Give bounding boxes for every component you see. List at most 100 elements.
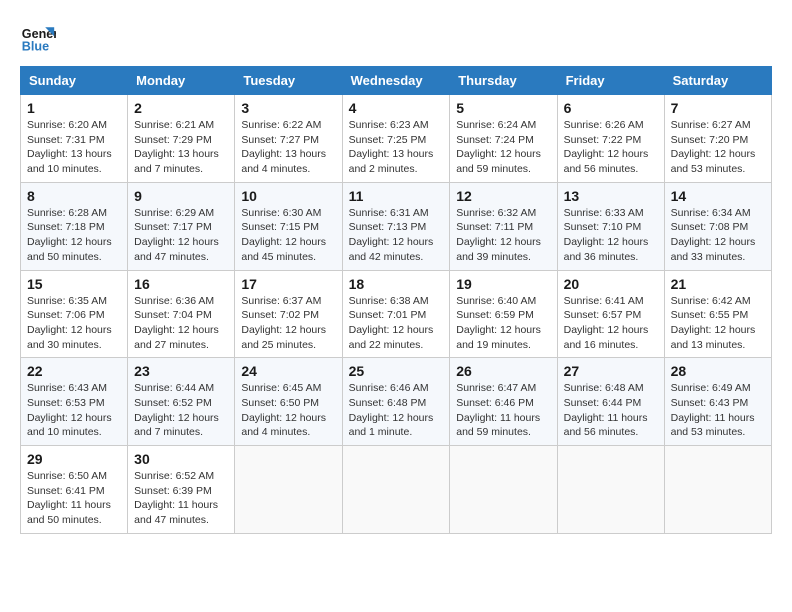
calendar-cell: 27 Sunrise: 6:48 AMSunset: 6:44 PMDayligh…: [557, 358, 664, 446]
svg-text:Blue: Blue: [22, 40, 49, 54]
day-info: Sunrise: 6:41 AMSunset: 6:57 PMDaylight:…: [564, 294, 658, 353]
day-info: Sunrise: 6:33 AMSunset: 7:10 PMDaylight:…: [564, 206, 658, 265]
day-number: 21: [671, 276, 765, 292]
calendar-header-tuesday: Tuesday: [235, 67, 342, 95]
calendar-cell: 7 Sunrise: 6:27 AMSunset: 7:20 PMDaylight…: [664, 95, 771, 183]
calendar-cell: 13 Sunrise: 6:33 AMSunset: 7:10 PMDayligh…: [557, 182, 664, 270]
day-info: Sunrise: 6:23 AMSunset: 7:25 PMDaylight:…: [349, 118, 444, 177]
day-info: Sunrise: 6:45 AMSunset: 6:50 PMDaylight:…: [241, 381, 335, 440]
day-number: 13: [564, 188, 658, 204]
day-info: Sunrise: 6:38 AMSunset: 7:01 PMDaylight:…: [349, 294, 444, 353]
day-info: Sunrise: 6:30 AMSunset: 7:15 PMDaylight:…: [241, 206, 335, 265]
day-info: Sunrise: 6:40 AMSunset: 6:59 PMDaylight:…: [456, 294, 550, 353]
calendar-header-monday: Monday: [128, 67, 235, 95]
calendar-cell: 28 Sunrise: 6:49 AMSunset: 6:43 PMDayligh…: [664, 358, 771, 446]
calendar-cell: 22 Sunrise: 6:43 AMSunset: 6:53 PMDayligh…: [21, 358, 128, 446]
day-number: 18: [349, 276, 444, 292]
day-number: 23: [134, 363, 228, 379]
day-number: 29: [27, 451, 121, 467]
calendar-week-row: 29 Sunrise: 6:50 AMSunset: 6:41 PMDayligh…: [21, 446, 772, 534]
day-info: Sunrise: 6:20 AMSunset: 7:31 PMDaylight:…: [27, 118, 121, 177]
day-number: 22: [27, 363, 121, 379]
day-info: Sunrise: 6:27 AMSunset: 7:20 PMDaylight:…: [671, 118, 765, 177]
calendar-week-row: 15 Sunrise: 6:35 AMSunset: 7:06 PMDayligh…: [21, 270, 772, 358]
day-number: 8: [27, 188, 121, 204]
day-info: Sunrise: 6:43 AMSunset: 6:53 PMDaylight:…: [27, 381, 121, 440]
calendar-cell: [342, 446, 450, 534]
calendar-cell: 26Sunrise: 6:47 AMSunset: 6:46 PMDayligh…: [450, 358, 557, 446]
day-info: Sunrise: 6:26 AMSunset: 7:22 PMDaylight:…: [564, 118, 658, 177]
day-info: Sunrise: 6:31 AMSunset: 7:13 PMDaylight:…: [349, 206, 444, 265]
calendar-cell: 30 Sunrise: 6:52 AMSunset: 6:39 PMDayligh…: [128, 446, 235, 534]
calendar-cell: [235, 446, 342, 534]
day-number: 11: [349, 188, 444, 204]
calendar-cell: 16 Sunrise: 6:36 AMSunset: 7:04 PMDayligh…: [128, 270, 235, 358]
calendar-cell: [557, 446, 664, 534]
day-info: Sunrise: 6:44 AMSunset: 6:52 PMDaylight:…: [134, 381, 228, 440]
day-info: Sunrise: 6:29 AMSunset: 7:17 PMDaylight:…: [134, 206, 228, 265]
day-number: 16: [134, 276, 228, 292]
calendar-cell: 21Sunrise: 6:42 AMSunset: 6:55 PMDayligh…: [664, 270, 771, 358]
calendar-cell: 1Sunrise: 6:20 AMSunset: 7:31 PMDaylight…: [21, 95, 128, 183]
calendar-cell: [450, 446, 557, 534]
day-info: Sunrise: 6:24 AMSunset: 7:24 PMDaylight:…: [456, 118, 550, 177]
day-info: Sunrise: 6:49 AMSunset: 6:43 PMDaylight:…: [671, 381, 765, 440]
calendar-cell: 3Sunrise: 6:22 AMSunset: 7:27 PMDaylight…: [235, 95, 342, 183]
calendar-cell: 15 Sunrise: 6:35 AMSunset: 7:06 PMDayligh…: [21, 270, 128, 358]
calendar-cell: 4 Sunrise: 6:23 AMSunset: 7:25 PMDaylight…: [342, 95, 450, 183]
day-number: 25: [349, 363, 444, 379]
logo-icon: General Blue: [20, 20, 56, 56]
day-number: 6: [564, 100, 658, 116]
calendar-cell: 24Sunrise: 6:45 AMSunset: 6:50 PMDayligh…: [235, 358, 342, 446]
day-number: 26: [456, 363, 550, 379]
day-info: Sunrise: 6:46 AMSunset: 6:48 PMDaylight:…: [349, 381, 444, 440]
day-number: 20: [564, 276, 658, 292]
day-number: 9: [134, 188, 228, 204]
day-info: Sunrise: 6:48 AMSunset: 6:44 PMDaylight:…: [564, 381, 658, 440]
calendar-cell: 5Sunrise: 6:24 AMSunset: 7:24 PMDaylight…: [450, 95, 557, 183]
day-info: Sunrise: 6:32 AMSunset: 7:11 PMDaylight:…: [456, 206, 550, 265]
day-number: 10: [241, 188, 335, 204]
day-number: 12: [456, 188, 550, 204]
calendar-cell: 20 Sunrise: 6:41 AMSunset: 6:57 PMDayligh…: [557, 270, 664, 358]
calendar-cell: 17 Sunrise: 6:37 AMSunset: 7:02 PMDayligh…: [235, 270, 342, 358]
calendar-cell: 8 Sunrise: 6:28 AMSunset: 7:18 PMDaylight…: [21, 182, 128, 270]
calendar-week-row: 22 Sunrise: 6:43 AMSunset: 6:53 PMDayligh…: [21, 358, 772, 446]
day-info: Sunrise: 6:21 AMSunset: 7:29 PMDaylight:…: [134, 118, 228, 177]
day-number: 3: [241, 100, 335, 116]
day-number: 7: [671, 100, 765, 116]
day-number: 4: [349, 100, 444, 116]
day-number: 2: [134, 100, 228, 116]
calendar-cell: 10 Sunrise: 6:30 AMSunset: 7:15 PMDayligh…: [235, 182, 342, 270]
day-info: Sunrise: 6:37 AMSunset: 7:02 PMDaylight:…: [241, 294, 335, 353]
calendar-header-sunday: Sunday: [21, 67, 128, 95]
calendar-cell: 9 Sunrise: 6:29 AMSunset: 7:17 PMDaylight…: [128, 182, 235, 270]
day-number: 30: [134, 451, 228, 467]
day-number: 28: [671, 363, 765, 379]
calendar-week-row: 8 Sunrise: 6:28 AMSunset: 7:18 PMDaylight…: [21, 182, 772, 270]
day-info: Sunrise: 6:50 AMSunset: 6:41 PMDaylight:…: [27, 469, 121, 528]
calendar-header-thursday: Thursday: [450, 67, 557, 95]
day-number: 14: [671, 188, 765, 204]
calendar-header-saturday: Saturday: [664, 67, 771, 95]
day-number: 17: [241, 276, 335, 292]
calendar-week-row: 1Sunrise: 6:20 AMSunset: 7:31 PMDaylight…: [21, 95, 772, 183]
calendar: SundayMondayTuesdayWednesdayThursdayFrid…: [20, 66, 772, 534]
calendar-cell: 12 Sunrise: 6:32 AMSunset: 7:11 PMDayligh…: [450, 182, 557, 270]
calendar-cell: 2 Sunrise: 6:21 AMSunset: 7:29 PMDaylight…: [128, 95, 235, 183]
day-number: 27: [564, 363, 658, 379]
calendar-cell: 18 Sunrise: 6:38 AMSunset: 7:01 PMDayligh…: [342, 270, 450, 358]
calendar-header-row: SundayMondayTuesdayWednesdayThursdayFrid…: [21, 67, 772, 95]
header: General Blue: [20, 20, 772, 56]
day-info: Sunrise: 6:28 AMSunset: 7:18 PMDaylight:…: [27, 206, 121, 265]
day-info: Sunrise: 6:52 AMSunset: 6:39 PMDaylight:…: [134, 469, 228, 528]
day-number: 19: [456, 276, 550, 292]
calendar-cell: [664, 446, 771, 534]
day-number: 15: [27, 276, 121, 292]
calendar-header-wednesday: Wednesday: [342, 67, 450, 95]
calendar-cell: 11 Sunrise: 6:31 AMSunset: 7:13 PMDayligh…: [342, 182, 450, 270]
day-info: Sunrise: 6:36 AMSunset: 7:04 PMDaylight:…: [134, 294, 228, 353]
day-info: Sunrise: 6:35 AMSunset: 7:06 PMDaylight:…: [27, 294, 121, 353]
calendar-cell: 23 Sunrise: 6:44 AMSunset: 6:52 PMDayligh…: [128, 358, 235, 446]
calendar-cell: 19 Sunrise: 6:40 AMSunset: 6:59 PMDayligh…: [450, 270, 557, 358]
